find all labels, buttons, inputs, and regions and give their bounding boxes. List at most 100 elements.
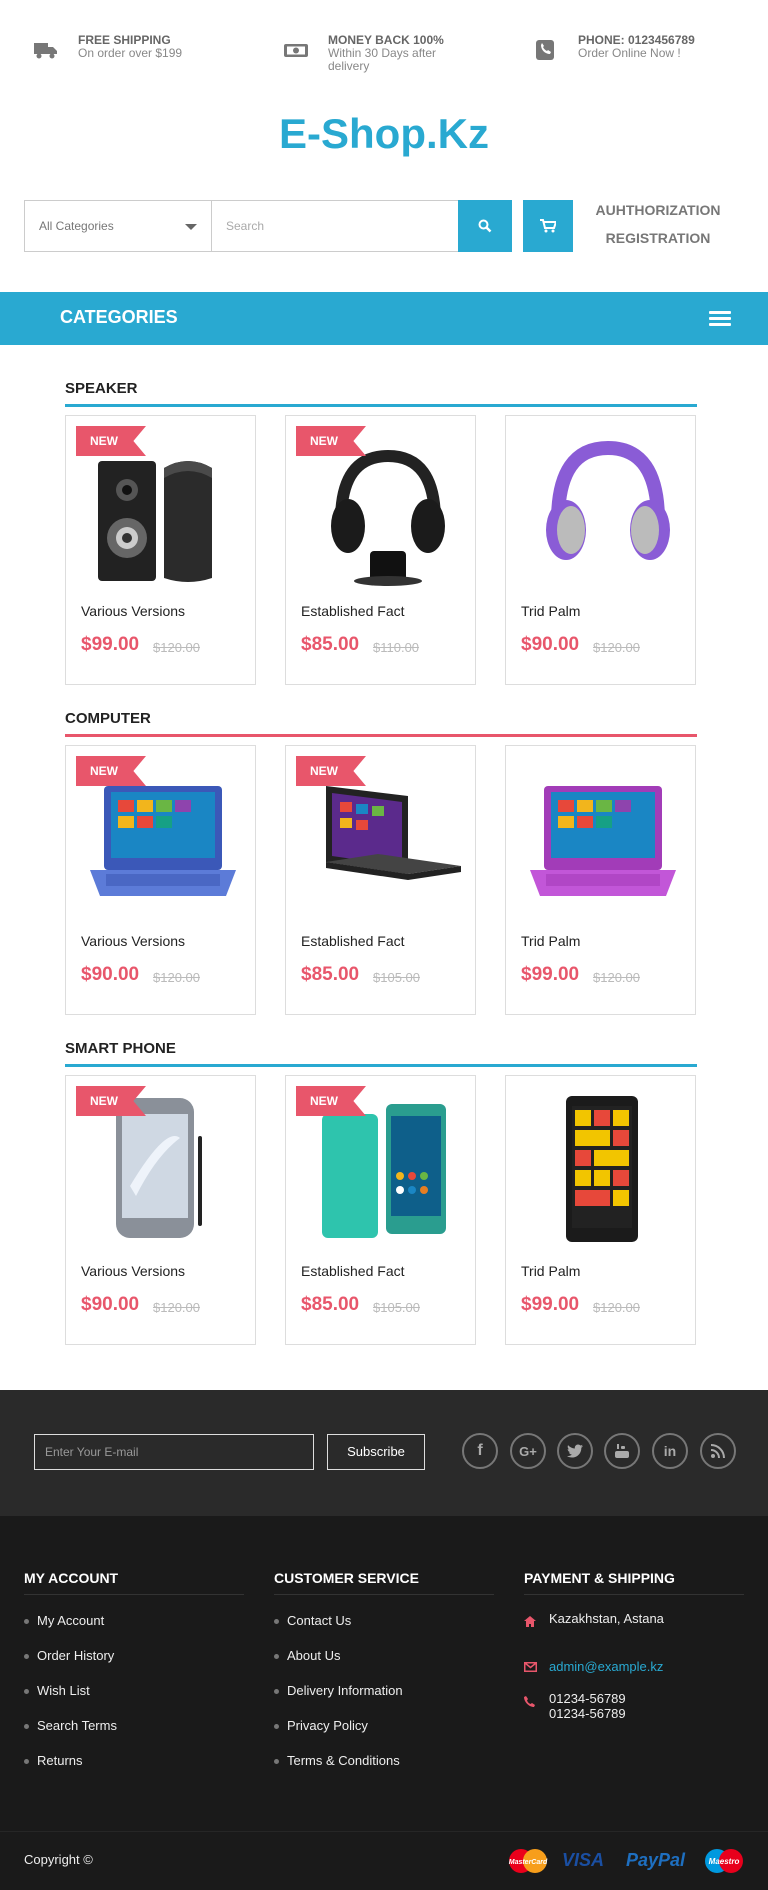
top-feature-bar: FREE SHIPPING On order over $199 MONEY B… (0, 0, 768, 95)
product-price: $99.00 (81, 634, 140, 655)
product-name[interactable]: Established Fact (301, 603, 405, 619)
google-plus-icon[interactable]: G+ (510, 1433, 546, 1469)
footer-link[interactable]: Wish List (24, 1681, 244, 1716)
bullet-icon (274, 1724, 279, 1730)
footer-link[interactable]: Order History (24, 1646, 244, 1681)
address-text: Kazakhstan, Astana (549, 1611, 664, 1626)
footer-link-label: Order History (37, 1648, 115, 1663)
email-link[interactable]: admin@example.kz (549, 1659, 663, 1675)
product-name[interactable]: Various Versions (81, 603, 185, 619)
product-price: $85.00 (301, 964, 360, 985)
product-card[interactable]: NEW Various Versions $99.00 $120.00 (65, 415, 256, 685)
product-card[interactable]: Trid Palm $99.00 $120.00 (505, 745, 696, 1015)
footer-link[interactable]: My Account (24, 1611, 244, 1646)
truck-icon (34, 43, 57, 59)
search-input[interactable]: Search (211, 200, 458, 252)
envelope-icon (524, 1659, 549, 1675)
product-name[interactable]: Trid Palm (521, 603, 580, 619)
product-old-price: $120.00 (153, 640, 200, 655)
product-price: $90.00 (81, 1294, 140, 1315)
category-select-value: All Categories (39, 219, 114, 233)
footer-link-label: Search Terms (37, 1718, 117, 1733)
paypal-logo: PayPal (626, 1850, 686, 1870)
search-icon (478, 219, 492, 233)
footer-link[interactable]: Privacy Policy (274, 1716, 494, 1751)
product-old-price: $120.00 (593, 970, 640, 985)
footer-link[interactable]: Contact Us (274, 1611, 494, 1646)
visa-logo: VISA (562, 1850, 605, 1870)
product-section: SPEAKER NEW Various Versions $99.00 $120… (65, 380, 697, 685)
subscribe-button[interactable]: Subscribe (327, 1434, 425, 1470)
footer-link[interactable]: Returns (24, 1751, 244, 1786)
twitter-icon[interactable] (557, 1433, 593, 1469)
product-name[interactable]: Trid Palm (521, 1263, 580, 1279)
section-divider (65, 1064, 697, 1067)
copyright-bar: Copyright © MasterCard VISA PayPal Maest… (0, 1831, 768, 1890)
facebook-icon[interactable]: f (462, 1433, 498, 1469)
bullet-icon (24, 1654, 29, 1660)
product-card[interactable]: Trid Palm $90.00 $120.00 (505, 415, 696, 685)
svg-text:Maestro: Maestro (709, 1857, 740, 1866)
bullet-icon (274, 1654, 279, 1660)
registration-link[interactable]: REGISTRATION (578, 228, 738, 256)
svg-text:MasterCard: MasterCard (509, 1859, 548, 1866)
product-price: $90.00 (81, 964, 140, 985)
section-title: SMART PHONE (65, 1040, 176, 1057)
product-name[interactable]: Various Versions (81, 1263, 185, 1279)
authorization-link[interactable]: AUHTHORIZATION (578, 200, 738, 228)
product-price: $90.00 (521, 634, 580, 655)
linkedin-icon[interactable]: in (652, 1433, 688, 1469)
money-back-subtitle-line2: delivery (328, 59, 370, 73)
site-logo[interactable]: E-Shop.Kz (0, 110, 768, 158)
free-shipping-feature: FREE SHIPPING On order over $199 (34, 34, 182, 60)
footer-link[interactable]: About Us (274, 1646, 494, 1681)
product-price: $99.00 (521, 1294, 580, 1315)
phone-subtitle: Order Online Now ! (578, 46, 681, 60)
product-card[interactable]: NEW Various Versions $90.00 $120.00 (65, 1075, 256, 1345)
product-image[interactable] (516, 426, 686, 586)
product-grid: NEW Various Versions $90.00 $120.00 NEW … (65, 745, 697, 1015)
product-card[interactable]: NEW Established Fact $85.00 $105.00 (285, 1075, 476, 1345)
product-old-price: $110.00 (373, 640, 420, 655)
money-icon (284, 44, 308, 57)
bullet-icon (24, 1619, 29, 1625)
product-card[interactable]: Trid Palm $99.00 $120.00 (505, 1075, 696, 1345)
section-divider (65, 404, 697, 407)
email-input[interactable]: Enter Your E-mail (34, 1434, 314, 1470)
email-item: admin@example.kz (524, 1659, 663, 1675)
product-card[interactable]: NEW Established Fact $85.00 $105.00 (285, 745, 476, 1015)
bullet-icon (24, 1724, 29, 1730)
footer-link-label: Wish List (37, 1683, 90, 1698)
search-bar: All Categories Search (24, 200, 512, 252)
footer-link-label: Delivery Information (287, 1683, 403, 1698)
footer-link-label: Privacy Policy (287, 1718, 368, 1733)
category-select[interactable]: All Categories (24, 200, 211, 252)
footer-link-label: My Account (37, 1613, 105, 1628)
hamburger-menu-icon[interactable] (709, 311, 731, 327)
product-card[interactable]: NEW Established Fact $85.00 $110.00 (285, 415, 476, 685)
product-old-price: $120.00 (153, 970, 200, 985)
product-image[interactable] (516, 1086, 686, 1246)
footer-link[interactable]: Terms & Conditions (274, 1751, 494, 1786)
footer-link[interactable]: Search Terms (24, 1716, 244, 1751)
cart-button[interactable] (523, 200, 573, 252)
search-button[interactable] (458, 200, 512, 252)
product-grid: NEW Various Versions $99.00 $120.00 NEW … (65, 415, 697, 685)
cart-icon (540, 219, 556, 233)
product-image[interactable] (516, 756, 686, 916)
youtube-icon[interactable] (604, 1433, 640, 1469)
section-divider (65, 734, 697, 737)
newsletter-bar: Enter Your E-mail Subscribe f G+ in (0, 1390, 768, 1516)
categories-bar[interactable]: CATEGORIES (0, 292, 768, 345)
footer-link-label: Terms & Conditions (287, 1753, 400, 1768)
product-name[interactable]: Trid Palm (521, 933, 580, 949)
product-card[interactable]: NEW Various Versions $90.00 $120.00 (65, 745, 256, 1015)
footer-link[interactable]: Delivery Information (274, 1681, 494, 1716)
product-old-price: $120.00 (593, 1300, 640, 1315)
product-name[interactable]: Established Fact (301, 933, 405, 949)
customer-service-column: CUSTOMER SERVICE Contact Us About Us Deliv… (274, 1570, 494, 1786)
product-name[interactable]: Established Fact (301, 1263, 405, 1279)
rss-icon[interactable] (700, 1433, 736, 1469)
product-name[interactable]: Various Versions (81, 933, 185, 949)
copyright-text: Copyright © (24, 1852, 93, 1867)
